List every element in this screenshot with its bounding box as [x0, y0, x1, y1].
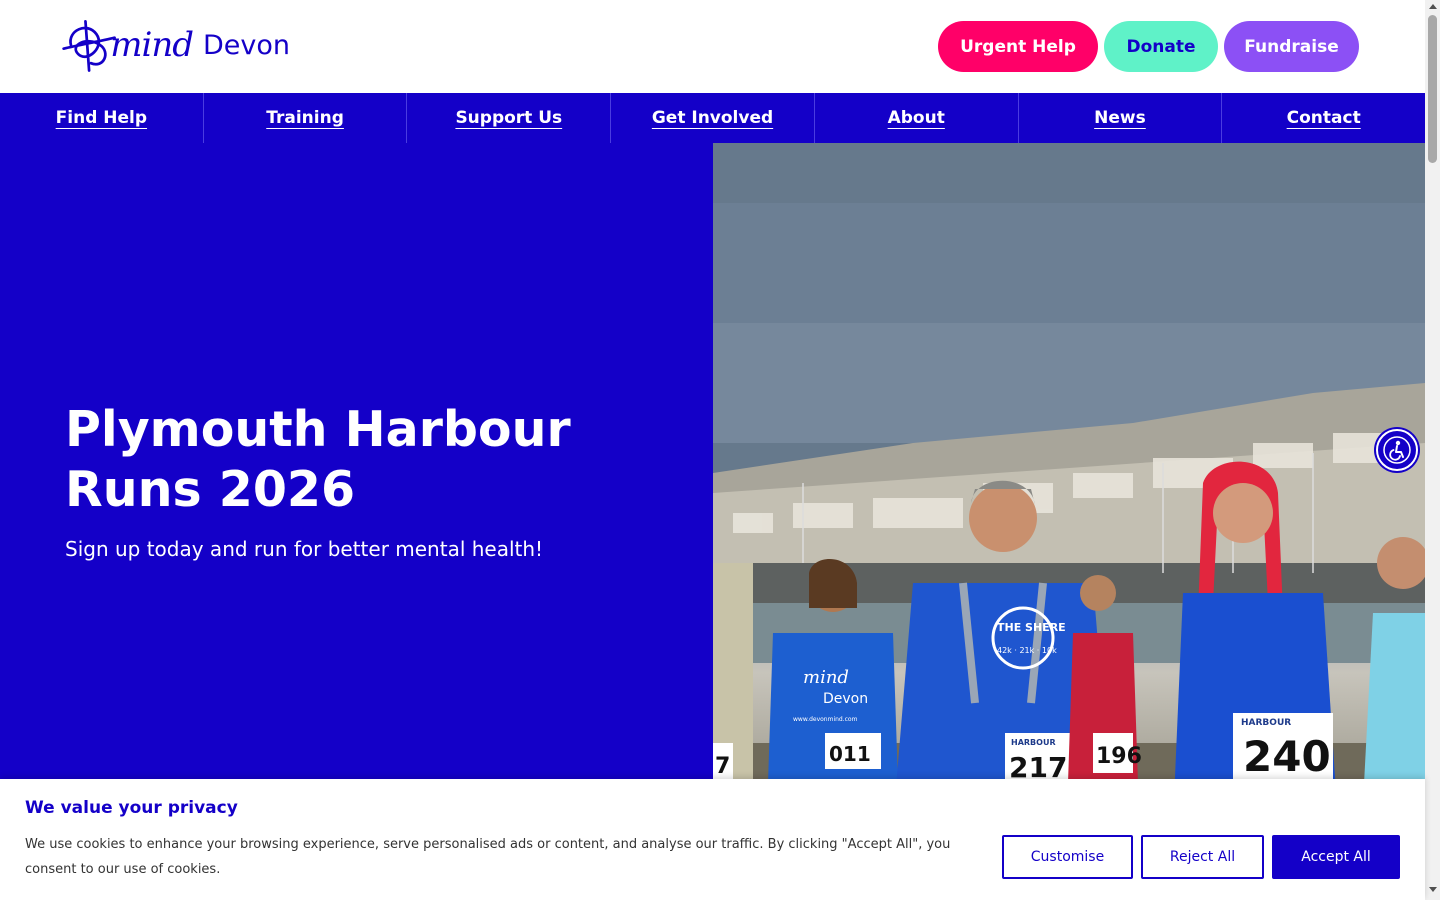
nav-item-label: Find Help [55, 108, 148, 128]
svg-text:7: 7 [715, 754, 730, 779]
nav-item-label: Get Involved [651, 108, 774, 128]
nav-item-get-involved[interactable]: Get Involved [611, 93, 815, 143]
accessibility-button[interactable] [1376, 429, 1418, 471]
scroll-up-icon[interactable] [1429, 4, 1437, 9]
site-header: mind Devon Urgent Help Donate Fundraise [0, 0, 1425, 93]
scroll-thumb[interactable] [1428, 15, 1437, 163]
nav-item-training[interactable]: Training [204, 93, 408, 143]
hero-subtitle: Sign up today and run for better mental … [65, 537, 544, 561]
svg-text:011: 011 [829, 742, 871, 766]
nav-item-find-help[interactable]: Find Help [0, 93, 204, 143]
logo-mind-text: mind [110, 25, 194, 65]
cookie-banner: We value your privacy We use cookies to … [0, 779, 1425, 900]
reject-all-button[interactable]: Reject All [1141, 835, 1264, 879]
svg-text:240: 240 [1243, 732, 1331, 781]
nav-item-news[interactable]: News [1019, 93, 1223, 143]
customise-button[interactable]: Customise [1002, 835, 1133, 879]
donate-button[interactable]: Donate [1104, 21, 1218, 72]
page-scrollbar[interactable] [1425, 0, 1440, 900]
nav-item-contact[interactable]: Contact [1222, 93, 1425, 143]
logo-devon-text: Devon [202, 29, 290, 61]
cookie-text: We use cookies to enhance your browsing … [25, 837, 951, 877]
nav-item-label: News [1094, 108, 1146, 128]
fundraise-button[interactable]: Fundraise [1224, 21, 1359, 72]
svg-text:mind: mind [803, 667, 849, 688]
urgent-help-button[interactable]: Urgent Help [938, 21, 1098, 72]
svg-text:196: 196 [1096, 744, 1142, 769]
hero-title: Plymouth Harbour Runs 2026 [65, 401, 571, 518]
cookie-title: We value your privacy [25, 798, 238, 818]
svg-text:42k · 21k · 10k: 42k · 21k · 10k [997, 646, 1057, 655]
nav-item-label: Support Us [455, 108, 563, 128]
main-nav: Find Help Training Support Us Get Involv… [0, 93, 1425, 143]
nav-item-label: Training [266, 108, 344, 128]
svg-text:Devon: Devon [823, 691, 868, 707]
mind-devon-logo[interactable]: mind Devon [60, 14, 290, 76]
svg-text:www.devonmind.com: www.devonmind.com [793, 716, 858, 723]
nav-item-support-us[interactable]: Support Us [407, 93, 612, 143]
nav-item-label: About [887, 108, 945, 128]
scroll-down-icon[interactable] [1429, 887, 1437, 892]
nav-item-label: Contact [1286, 108, 1361, 128]
svg-text:THE SHERE: THE SHERE [997, 621, 1066, 634]
svg-text:HARBOUR: HARBOUR [1011, 738, 1056, 747]
accept-all-button[interactable]: Accept All [1272, 835, 1400, 879]
svg-text:HARBOUR: HARBOUR [1241, 718, 1291, 728]
nav-item-about[interactable]: About [815, 93, 1019, 143]
accessibility-icon [1383, 436, 1411, 464]
